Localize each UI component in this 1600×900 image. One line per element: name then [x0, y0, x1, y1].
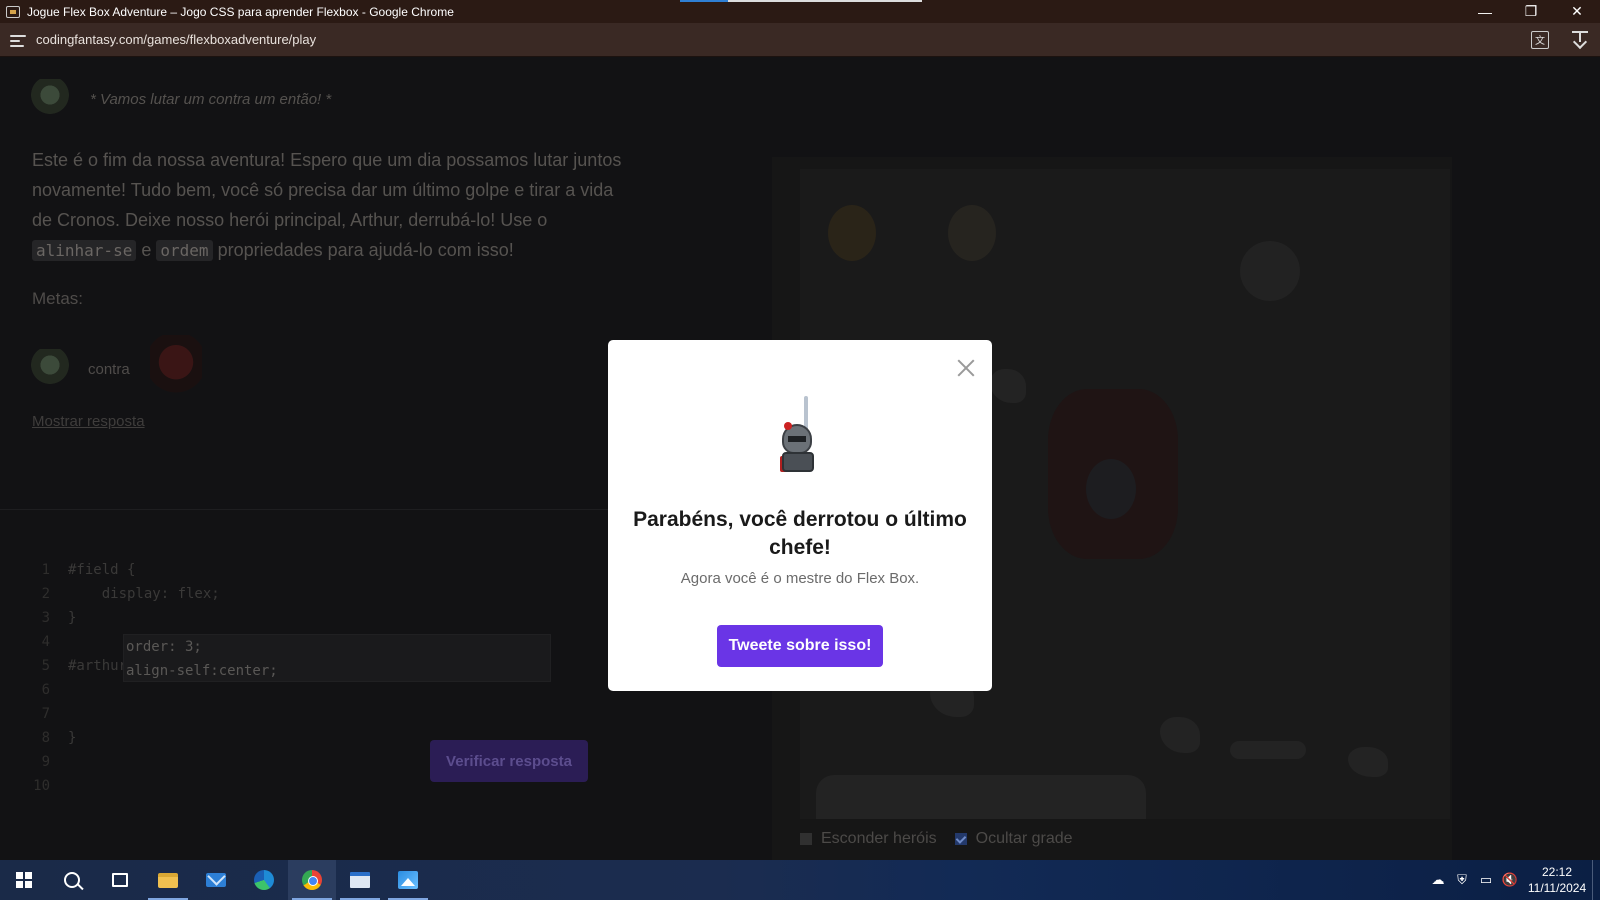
dialog-text: * Vamos lutar um contra um então! *	[90, 90, 332, 108]
windows-taskbar: ☁ ⛨ ▭ 🔇 22:12 11/11/2024	[0, 860, 1600, 900]
goal-row: contra	[30, 335, 202, 403]
folder-icon	[158, 872, 178, 888]
modal-title: Parabéns, você derrotou o último chefe!	[633, 508, 967, 559]
window-app-icon	[350, 872, 370, 888]
rock-icon	[1348, 747, 1388, 777]
hide-grid-checkbox[interactable]	[954, 833, 967, 845]
url-field[interactable]: codingfantasy.com/games/flexboxadventure…	[36, 32, 1520, 47]
cronos-icon	[149, 335, 202, 403]
code-line: 7	[41, 706, 50, 722]
minimize-button[interactable]: —	[1462, 0, 1508, 23]
photos-icon	[398, 871, 418, 889]
goals-label: Metas:	[32, 289, 84, 308]
close-window-button[interactable]: ✕	[1554, 0, 1600, 23]
code-chip-align-self: alinhar-se	[32, 240, 137, 261]
edge-icon	[254, 870, 274, 890]
hide-heroes-checkbox[interactable]	[800, 833, 812, 845]
code-line: 8}	[41, 730, 77, 746]
story-and: e	[141, 240, 152, 260]
code-editor: 1 #field { 2 display: flex; 3} 4 5 #arthur…	[0, 509, 610, 860]
hide-heroes-option[interactable]: Esconder heróis	[800, 830, 937, 848]
mail-button[interactable]	[192, 860, 240, 900]
arthur-sprite-icon	[1086, 459, 1136, 519]
photos-button[interactable]	[384, 860, 432, 900]
onedrive-icon[interactable]: ☁	[1426, 860, 1450, 900]
rock-icon	[1160, 717, 1200, 753]
code-line: 2 display: flex;	[41, 586, 220, 602]
story-text-2: propriedades para ajudá-lo com isso!	[217, 240, 514, 260]
clock-time: 22:12	[1541, 865, 1573, 879]
clock[interactable]: 22:12 11/11/2024	[1522, 864, 1592, 896]
task-view-icon	[112, 873, 128, 887]
code-line: 4	[41, 634, 50, 650]
code-line: 6	[41, 682, 50, 698]
code-line: 3}	[41, 610, 77, 626]
translate-button[interactable]: 文	[1520, 23, 1560, 57]
wizard-sprite-icon	[828, 205, 876, 261]
level-description: Este é o fim da nossa aventura! Espero q…	[32, 145, 622, 266]
game-page: * Vamos lutar um contra um então! * Este…	[0, 57, 1600, 860]
hero-portrait-icon	[30, 79, 70, 119]
window-title: Jogue Flex Box Adventure – Jogo CSS para…	[27, 4, 454, 19]
hide-heroes-label: Esconder heróis	[821, 830, 937, 847]
code-line: 1 #field {	[41, 562, 136, 578]
code-line: 9	[41, 754, 50, 770]
search-icon	[64, 872, 80, 888]
victory-modal: Parabéns, você derrotou o último chefe! …	[608, 340, 992, 691]
restore-button[interactable]: ❐	[1508, 0, 1554, 23]
chrome-icon	[302, 870, 322, 890]
answer-line-1: order: 3;	[126, 639, 202, 655]
modal-subtitle: Agora você é o mestre do Flex Box.	[680, 570, 920, 587]
skull-icon	[1240, 241, 1300, 301]
search-button[interactable]	[48, 860, 96, 900]
app-button[interactable]	[336, 860, 384, 900]
versus-label: contra	[88, 360, 130, 378]
bone-icon	[1230, 741, 1306, 759]
arthur-icon	[30, 349, 70, 389]
codingfantasy-icon	[6, 5, 20, 18]
code-line: 10	[33, 778, 50, 794]
code-chip-order: ordem	[156, 240, 213, 261]
system-tray: ☁ ⛨ ▭ 🔇 22:12 11/11/2024	[1426, 860, 1600, 900]
board-options: Esconder heróis Ocultar grade	[800, 830, 1091, 848]
download-icon	[1572, 30, 1588, 49]
tab-loading-strip	[680, 0, 922, 2]
close-icon[interactable]	[955, 357, 977, 379]
start-button[interactable]	[0, 860, 48, 900]
translate-icon: 文	[1531, 30, 1549, 49]
show-desktop-button[interactable]	[1592, 860, 1600, 900]
answer-line-2: align-self:center;	[126, 663, 278, 679]
window-titlebar: Jogue Flex Box Adventure – Jogo CSS para…	[0, 0, 1600, 23]
css-answer-input[interactable]: order: 3; align-self:center;	[123, 634, 551, 682]
tweet-button[interactable]: Tweete sobre isso!	[717, 625, 883, 667]
edge-button[interactable]	[240, 860, 288, 900]
mail-icon	[206, 873, 226, 887]
address-bar: codingfantasy.com/games/flexboxadventure…	[0, 23, 1600, 57]
rubble-icon	[816, 775, 1146, 819]
file-explorer-button[interactable]	[144, 860, 192, 900]
story-text-1: Este é o fim da nossa aventura! Espero q…	[32, 150, 622, 230]
security-shield-icon[interactable]: ⛨	[1450, 860, 1474, 900]
windows-logo-icon	[16, 872, 32, 888]
knight-hero-icon	[774, 396, 824, 476]
download-button[interactable]	[1560, 23, 1600, 57]
chrome-button[interactable]	[288, 860, 336, 900]
clock-date: 11/11/2024	[1527, 881, 1587, 895]
rock-icon	[990, 369, 1026, 403]
volume-muted-icon[interactable]: 🔇	[1498, 860, 1522, 900]
hide-grid-option[interactable]: Ocultar grade	[954, 830, 1073, 848]
dialog-line: * Vamos lutar um contra um então! *	[30, 79, 331, 119]
network-icon[interactable]: ▭	[1474, 860, 1498, 900]
show-answer-link[interactable]: Mostrar resposta	[32, 413, 145, 430]
archer-sprite-icon	[948, 205, 996, 261]
task-view-button[interactable]	[96, 860, 144, 900]
hide-grid-label: Ocultar grade	[975, 830, 1073, 847]
check-answer-button[interactable]: Verificar resposta	[430, 740, 588, 782]
site-info-icon[interactable]	[10, 33, 26, 47]
